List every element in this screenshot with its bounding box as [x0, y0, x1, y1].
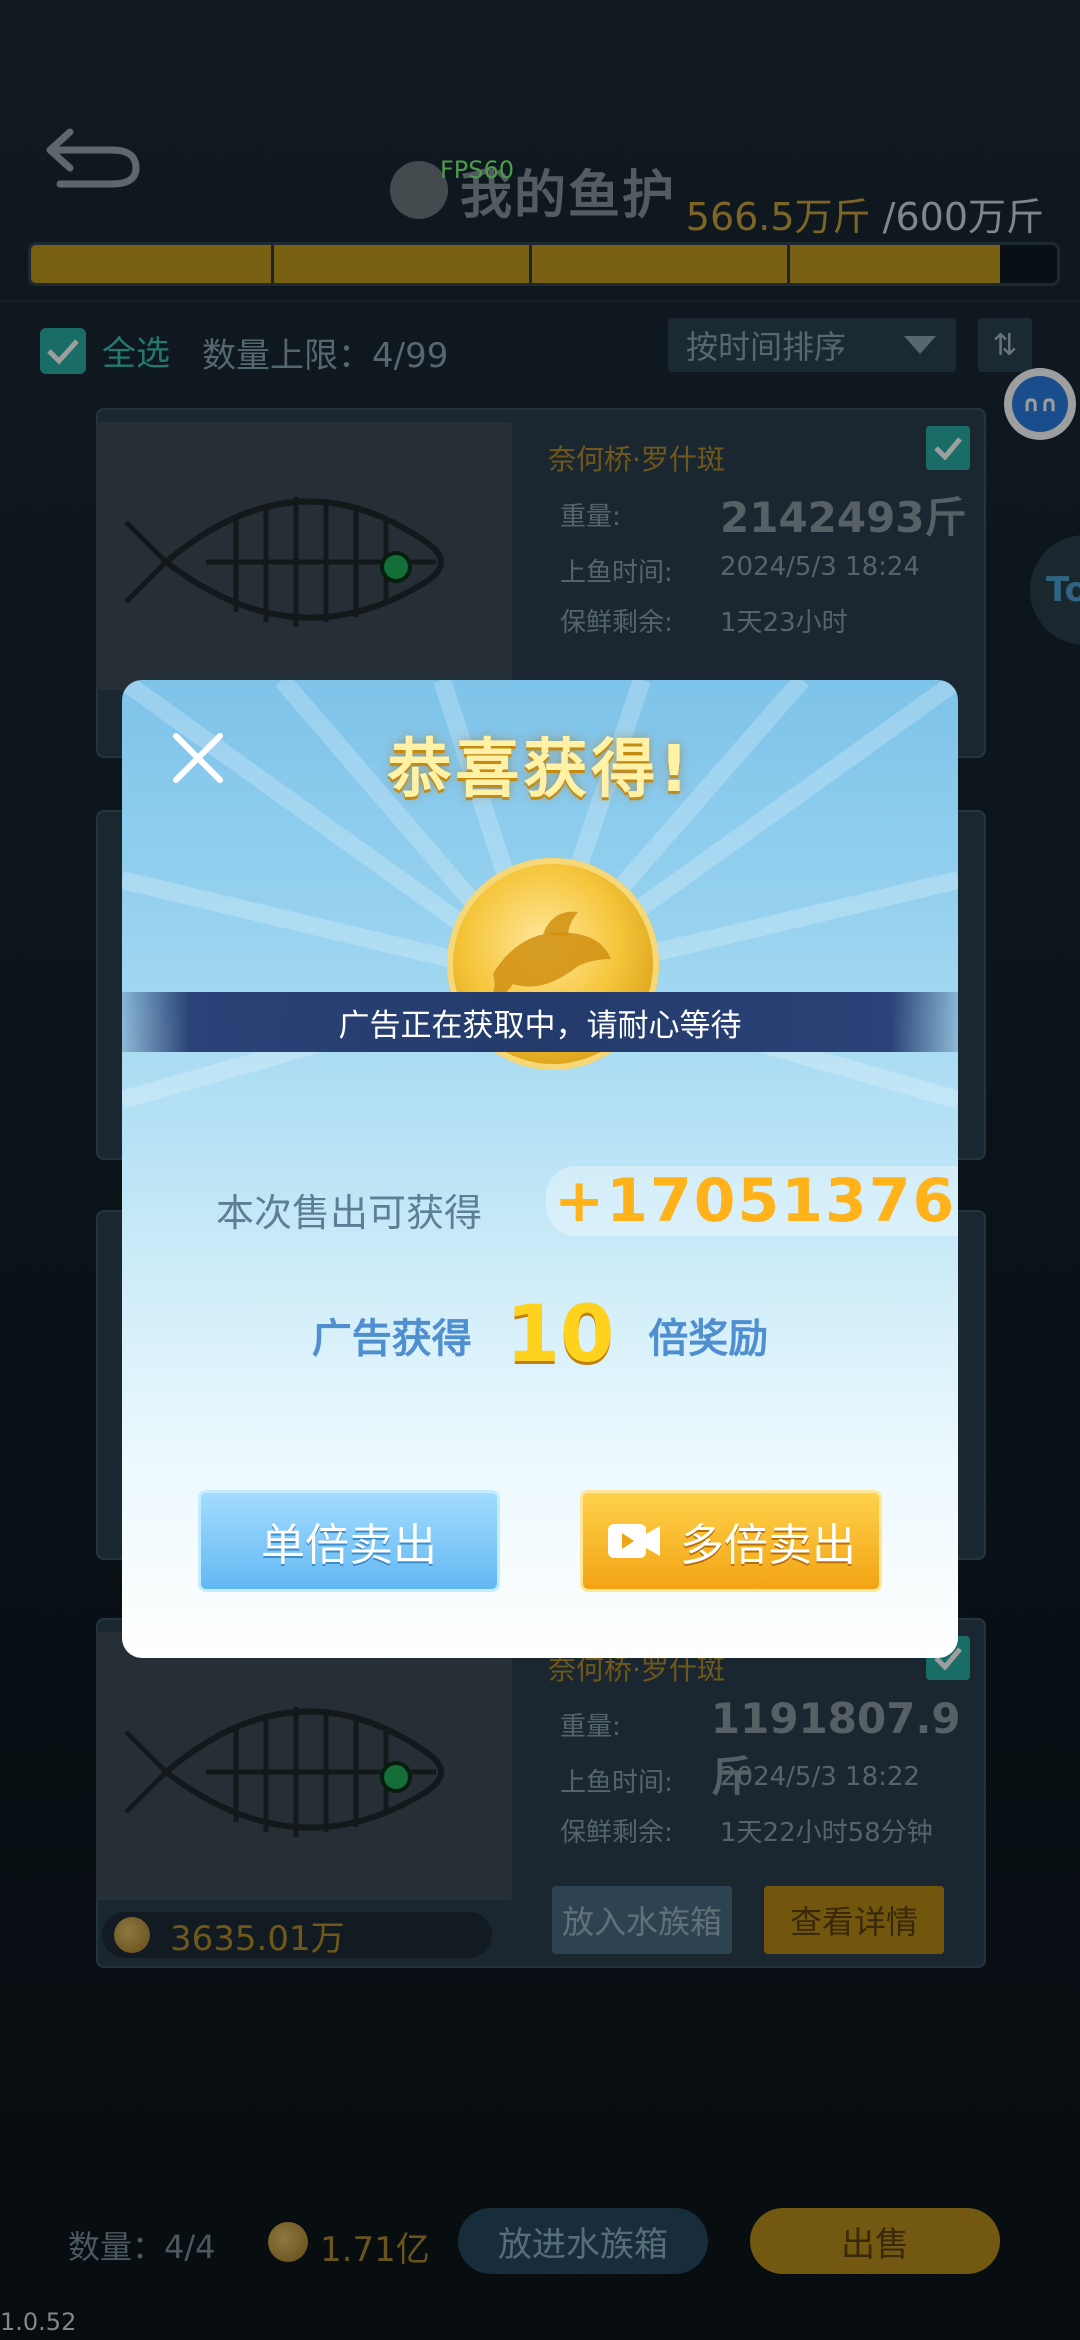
ad-loading-banner: 广告正在获取中，请耐心等待 [122, 992, 958, 1052]
multiplier-prefix: 广告获得 [311, 1316, 472, 1362]
ad-multiplier-row: 广告获得 10 倍奖励 [122, 1290, 958, 1380]
reward-dialog: 恭喜获得! 广告正在获取中，请耐心等待 本次售出可获得 +170513761 广… [122, 680, 958, 1658]
video-ad-icon [606, 1520, 662, 1562]
single-sell-button[interactable]: 单倍卖出 [198, 1490, 500, 1592]
earn-label: 本次售出可获得 [216, 1191, 483, 1235]
multiplier-suffix: 倍奖励 [648, 1316, 769, 1362]
multiplier-value: 10 [505, 1290, 615, 1380]
dialog-title: 恭喜获得! [387, 733, 693, 807]
multi-sell-label: 多倍卖出 [680, 1520, 856, 1571]
earn-value: +170513761 [546, 1166, 958, 1236]
single-sell-label: 单倍卖出 [261, 1520, 437, 1571]
multi-sell-button[interactable]: 多倍卖出 [580, 1490, 882, 1592]
